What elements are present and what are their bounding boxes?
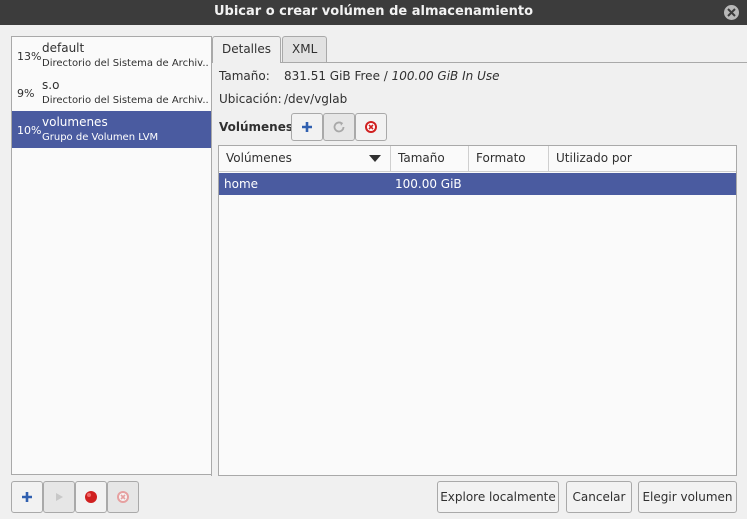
refresh-volumes-button[interactable]	[323, 113, 355, 141]
pool-type: Directorio del Sistema de Archiv...	[42, 58, 209, 69]
start-pool-button[interactable]	[43, 481, 75, 513]
location-label: Ubicación:	[219, 92, 282, 106]
size-label: Tamaño:	[219, 69, 270, 83]
pool-usage: 9%	[17, 87, 35, 100]
delete-icon	[117, 491, 129, 503]
refresh-icon	[333, 121, 345, 133]
play-icon	[56, 493, 63, 501]
tab-details[interactable]: Detalles	[212, 36, 281, 63]
choose-volume-button[interactable]: Elegir volumen	[638, 481, 737, 513]
explore-locally-button[interactable]: Explore localmente	[437, 481, 559, 513]
column-header-volumes[interactable]: Volúmenes	[219, 146, 391, 172]
delete-icon	[365, 121, 377, 133]
column-label: Utilizado por	[556, 151, 632, 165]
pool-type: Grupo de Volumen LVM	[42, 132, 159, 143]
pool-name: volumenes	[42, 115, 108, 129]
delete-pool-button[interactable]	[107, 481, 139, 513]
pool-item-so[interactable]: 9% s.o Directorio del Sistema de Archiv.…	[12, 74, 211, 111]
size-value: 831.51 GiB Free / 100.00 GiB In Use	[284, 69, 499, 83]
stop-pool-button[interactable]	[75, 481, 107, 513]
column-label: Volúmenes	[226, 151, 292, 165]
pool-item-volumenes[interactable]: 10% volumenes Grupo de Volumen LVM	[12, 111, 211, 148]
column-header-size[interactable]: Tamaño	[391, 146, 469, 172]
column-label: Formato	[476, 151, 526, 165]
pool-list: 13% default Directorio del Sistema de Ar…	[11, 36, 212, 475]
add-pool-button[interactable]	[11, 481, 43, 513]
size-free: 831.51 GiB Free	[284, 69, 380, 83]
close-icon[interactable]	[724, 5, 739, 20]
tab-xml[interactable]: XML	[282, 36, 328, 62]
pool-type: Directorio del Sistema de Archiv...	[42, 95, 209, 106]
window-title: Ubicar o crear volúmen de almacenamiento	[213, 4, 534, 19]
pool-name: s.o	[42, 78, 60, 92]
add-icon	[22, 492, 32, 502]
add-icon	[302, 122, 312, 132]
title-bar: Ubicar o crear volúmen de almacenamiento	[0, 0, 747, 25]
pool-usage: 10%	[17, 124, 42, 137]
column-header-used-by[interactable]: Utilizado por	[549, 146, 736, 172]
cancel-button[interactable]: Cancelar	[566, 481, 632, 513]
pool-item-default[interactable]: 13% default Directorio del Sistema de Ar…	[12, 37, 211, 74]
size-in-use: 100.00 GiB In Use	[391, 69, 500, 83]
volume-name: home	[224, 177, 259, 191]
column-label: Tamaño	[398, 151, 445, 165]
stop-icon	[85, 491, 97, 503]
pool-name: default	[42, 41, 85, 55]
table-row[interactable]: home 100.00 GiB	[219, 173, 736, 195]
volume-size: 100.00 GiB	[395, 177, 462, 191]
pool-usage: 13%	[17, 50, 42, 63]
location-value: /dev/vglab	[284, 92, 348, 106]
add-volume-button[interactable]	[291, 113, 323, 141]
delete-volume-button[interactable]	[355, 113, 387, 141]
volumes-table: Volúmenes Tamaño Formato Utilizado por h…	[218, 145, 737, 476]
volumes-label: Volúmenes	[219, 120, 293, 134]
size-separator: /	[379, 69, 392, 83]
sort-down-icon	[369, 155, 381, 162]
column-header-format[interactable]: Formato	[469, 146, 549, 172]
